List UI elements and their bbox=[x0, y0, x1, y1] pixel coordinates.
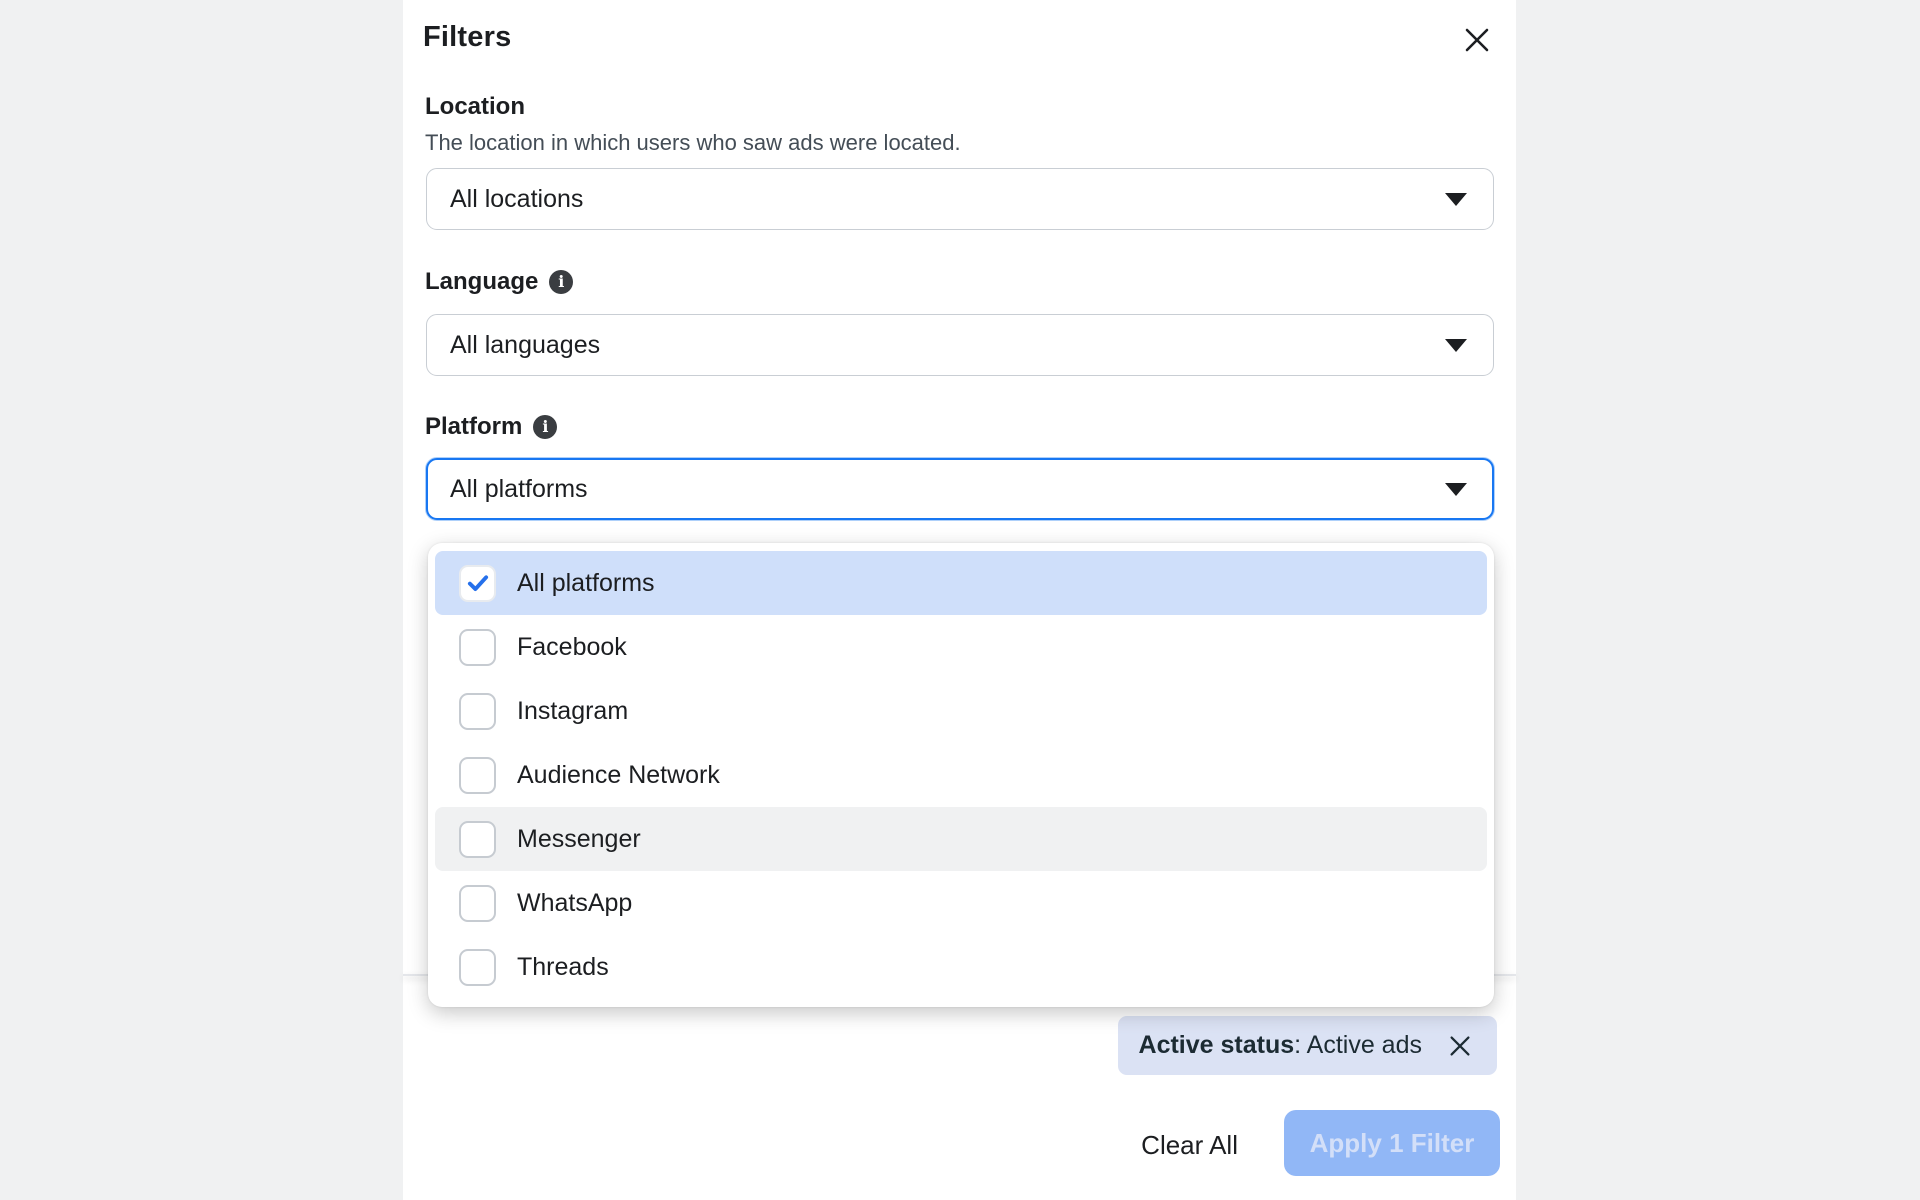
option-label: Messenger bbox=[517, 825, 641, 854]
option-label: Threads bbox=[517, 953, 609, 982]
close-icon bbox=[1446, 1032, 1474, 1060]
check-icon bbox=[465, 570, 491, 596]
location-select-value: All locations bbox=[450, 185, 583, 214]
platform-option-threads[interactable]: Threads bbox=[435, 935, 1487, 999]
language-select-value: All languages bbox=[450, 331, 600, 360]
chevron-down-icon bbox=[1445, 483, 1467, 496]
checkbox-checked[interactable] bbox=[459, 565, 496, 602]
option-label: WhatsApp bbox=[517, 889, 632, 918]
option-label: Instagram bbox=[517, 697, 628, 726]
platform-option-instagram[interactable]: Instagram bbox=[435, 679, 1487, 743]
checkbox-unchecked[interactable] bbox=[459, 693, 496, 730]
chevron-down-icon bbox=[1445, 339, 1467, 352]
option-label: All platforms bbox=[517, 569, 655, 598]
checkbox-unchecked[interactable] bbox=[459, 885, 496, 922]
clear-all-button[interactable]: Clear All bbox=[1141, 1120, 1238, 1170]
chevron-down-icon bbox=[1445, 193, 1467, 206]
info-icon[interactable]: i bbox=[549, 270, 573, 294]
ads-library-page: Filters Location The location in which u… bbox=[0, 0, 1920, 1200]
chip-filter-value: : Active ads bbox=[1294, 1031, 1422, 1060]
platform-select-value: All platforms bbox=[450, 475, 588, 504]
platform-option-messenger[interactable]: Messenger bbox=[435, 807, 1487, 871]
platform-label: Platform i bbox=[425, 413, 557, 441]
platform-option-audience-network[interactable]: Audience Network bbox=[435, 743, 1487, 807]
checkbox-unchecked[interactable] bbox=[459, 821, 496, 858]
platform-dropdown-menu: All platforms Facebook Instagram Audienc… bbox=[428, 543, 1494, 1007]
chip-remove-button[interactable] bbox=[1444, 1030, 1476, 1062]
dialog-close-button[interactable] bbox=[1453, 16, 1501, 64]
dialog-title: Filters bbox=[423, 21, 511, 54]
filters-dialog: Filters Location The location in which u… bbox=[403, 0, 1516, 1200]
platform-option-all-platforms[interactable]: All platforms bbox=[435, 551, 1487, 615]
checkbox-unchecked[interactable] bbox=[459, 629, 496, 666]
chip-filter-name: Active status bbox=[1139, 1031, 1295, 1060]
location-description: The location in which users who saw ads … bbox=[425, 130, 961, 156]
active-status-filter-chip: Active status: Active ads bbox=[1118, 1016, 1497, 1075]
checkbox-unchecked[interactable] bbox=[459, 757, 496, 794]
info-icon[interactable]: i bbox=[533, 415, 557, 439]
platform-select[interactable]: All platforms bbox=[426, 458, 1494, 520]
language-select[interactable]: All languages bbox=[426, 314, 1494, 376]
location-label: Location bbox=[425, 93, 525, 121]
location-select[interactable]: All locations bbox=[426, 168, 1494, 230]
language-label: Language i bbox=[425, 268, 573, 296]
platform-option-whatsapp[interactable]: WhatsApp bbox=[435, 871, 1487, 935]
platform-option-facebook[interactable]: Facebook bbox=[435, 615, 1487, 679]
option-label: Audience Network bbox=[517, 761, 720, 790]
checkbox-unchecked[interactable] bbox=[459, 949, 496, 986]
option-label: Facebook bbox=[517, 633, 627, 662]
close-icon bbox=[1462, 25, 1492, 55]
apply-filter-button[interactable]: Apply 1 Filter bbox=[1284, 1110, 1500, 1176]
